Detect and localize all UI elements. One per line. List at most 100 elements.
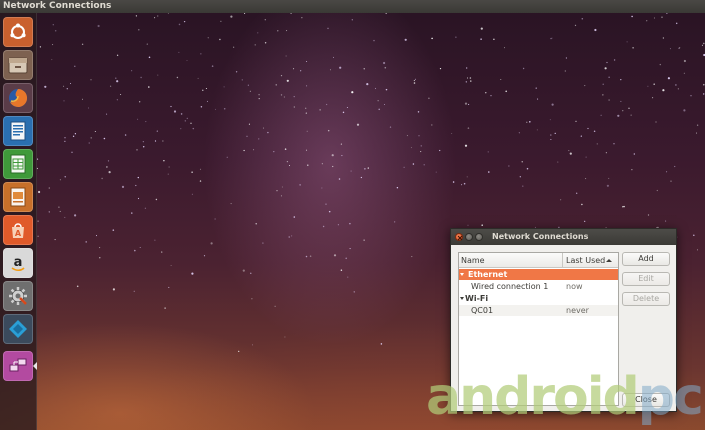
star [144,207,147,209]
list-item-group-ethernet[interactable]: Ethernet [459,269,618,280]
star [338,178,341,180]
launcher-item-ubuntu-dash[interactable] [3,17,33,47]
star [112,288,115,291]
star [341,155,343,157]
launcher-item-libreoffice-impress[interactable] [3,182,33,212]
star [596,143,598,145]
star [164,307,166,309]
add-button[interactable]: Add [622,252,670,266]
star [690,95,692,97]
list-item-connection-wired[interactable]: Wired connection 1 now [459,281,618,292]
star [389,126,392,128]
star [233,46,235,48]
star [550,134,552,136]
star [466,67,468,69]
star [350,170,352,172]
star [327,27,329,30]
star [37,220,39,222]
star [94,131,96,132]
launcher-item-files[interactable] [3,50,33,80]
launcher-item-libreoffice-writer[interactable] [3,116,33,146]
delete-button[interactable]: Delete [622,292,670,306]
star [646,20,648,22]
star [103,137,106,140]
list-item-group-wifi[interactable]: Wi-Fi [459,293,618,304]
launcher-item-ubuntu-software[interactable]: A [3,215,33,245]
star [703,83,705,86]
window-maximize-button[interactable] [475,233,483,241]
calc-spreadsheet-icon [10,154,26,174]
star [385,13,387,14]
star [403,166,405,168]
star [574,24,577,27]
star [594,28,597,32]
star [293,106,295,108]
ubuntu-logo-icon [10,23,26,39]
star [374,87,377,90]
star [329,69,331,71]
star [345,257,347,260]
window-minimize-button[interactable] [465,233,473,241]
star [522,67,525,70]
star [283,96,285,98]
star [243,149,245,152]
star [568,150,570,152]
launcher-item-network-connections[interactable] [3,351,33,381]
column-header-last-used[interactable]: Last Used [566,256,605,265]
star [602,83,604,85]
star [70,83,71,84]
star [257,32,259,34]
svg-text:A: A [15,229,22,238]
star [64,140,66,142]
star [631,15,633,18]
launcher-item-libreoffice-calc[interactable] [3,149,33,179]
star [363,68,365,70]
star [88,142,90,144]
star [328,210,331,213]
star [285,55,287,57]
star [200,105,203,108]
connection-name: QC01 [471,306,494,315]
launcher-item-kodi[interactable] [3,314,33,344]
star [384,104,385,106]
star [565,57,568,59]
launcher-item-system-settings[interactable] [3,281,33,311]
star [587,127,589,130]
star [332,165,334,168]
column-header-name[interactable]: Name [461,256,485,265]
firefox-icon [9,88,28,107]
star [606,184,610,187]
star [431,37,433,40]
star [72,135,75,137]
launcher-item-amazon[interactable]: a [3,248,33,278]
star [652,97,654,99]
star [630,114,632,116]
star [306,61,308,62]
star [146,43,148,45]
edit-button[interactable]: Edit [622,272,670,286]
star [170,264,172,266]
star [280,94,283,96]
star [683,109,686,112]
network-icon [9,358,27,372]
star [168,286,170,288]
star [242,269,245,272]
star [145,121,147,123]
list-item-connection-qc01[interactable]: QC01 never [459,305,618,316]
star [54,30,57,32]
dialog-titlebar[interactable]: Network Connections [451,229,676,245]
star [81,43,84,46]
star [406,135,408,137]
launcher-item-firefox[interactable] [3,83,33,113]
star [537,98,539,100]
star [251,298,253,300]
star [220,20,222,22]
star [703,42,705,45]
star [64,137,66,139]
window-close-button[interactable] [455,233,463,241]
amazon-icon: a [11,255,25,272]
star [184,120,186,122]
star [647,85,649,87]
star [608,177,610,179]
star [455,36,457,38]
